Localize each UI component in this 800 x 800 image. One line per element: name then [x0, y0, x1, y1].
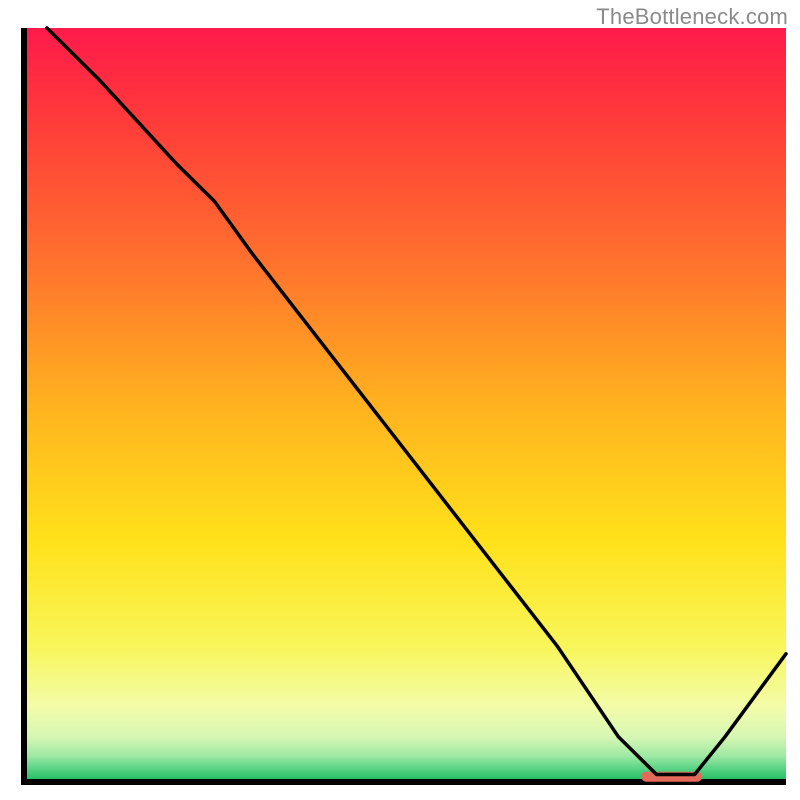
plot-background — [24, 28, 786, 782]
bottleneck-chart — [0, 0, 800, 800]
attribution-label: TheBottleneck.com — [596, 4, 788, 30]
chart-container: TheBottleneck.com — [0, 0, 800, 800]
